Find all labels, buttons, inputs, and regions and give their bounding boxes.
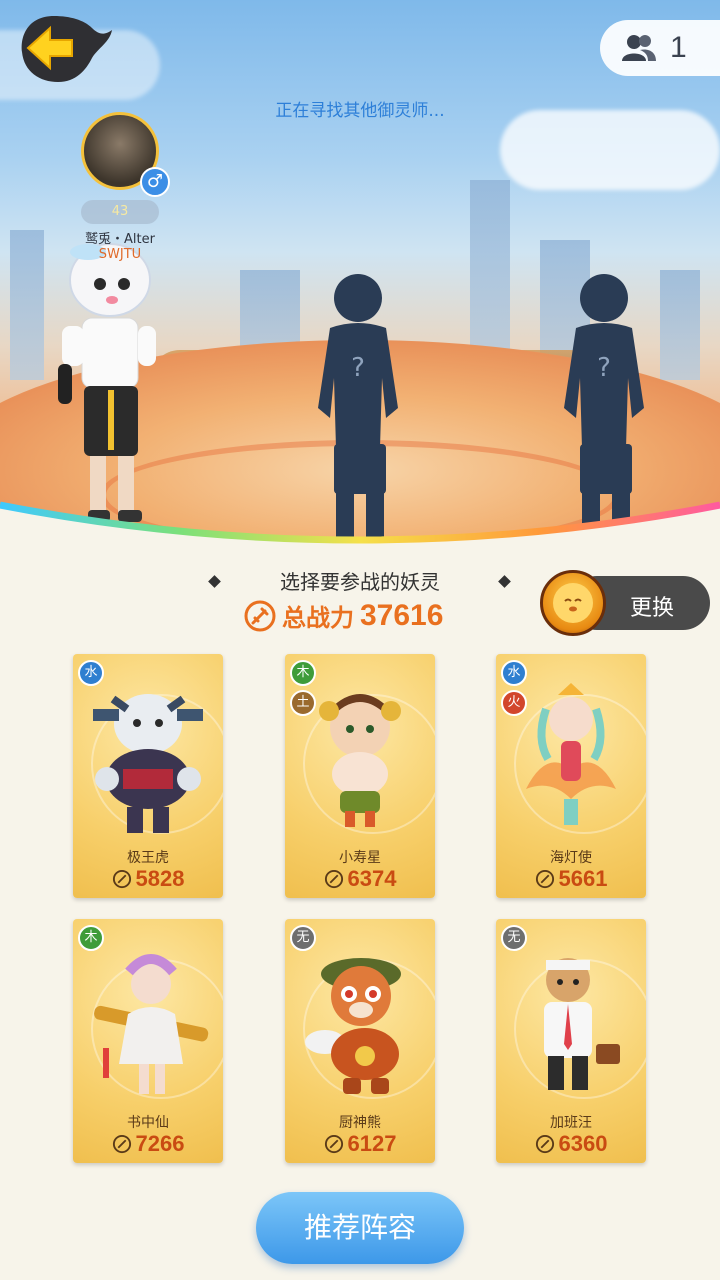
spirit-card[interactable]: 木 土 小寿星 6374 bbox=[285, 654, 435, 898]
player-school: SWJTU bbox=[98, 247, 142, 262]
cloud bbox=[500, 110, 720, 190]
chef-bear-figure bbox=[305, 958, 401, 1094]
back-arrow-icon bbox=[21, 16, 113, 82]
card-name: 厨神熊 bbox=[339, 1115, 381, 1131]
lantern-envoy-figure bbox=[526, 683, 616, 825]
change-label: 更换 bbox=[630, 596, 675, 621]
card-power-value: 6374 bbox=[347, 866, 397, 891]
power-icon bbox=[112, 869, 131, 889]
spirit-card[interactable]: 水 火 海灯使 5661 bbox=[496, 654, 646, 898]
card-power-value: 6127 bbox=[347, 1131, 397, 1156]
card-power-value: 5661 bbox=[558, 866, 608, 891]
card-name: 小寿星 bbox=[339, 850, 381, 866]
total-power: 总战力 37616 bbox=[244, 598, 443, 633]
party-members-badge[interactable]: 1 bbox=[600, 20, 720, 76]
spirit-card[interactable]: 无 厨神熊 6127 bbox=[285, 919, 435, 1163]
male-gender-icon: ♂ bbox=[140, 167, 170, 197]
card-name: 海灯使 bbox=[550, 850, 592, 866]
power-icon bbox=[535, 869, 554, 889]
back-button[interactable] bbox=[18, 12, 114, 86]
power-icon bbox=[324, 869, 343, 889]
avatar[interactable]: ♂ bbox=[81, 112, 170, 197]
total-power-label: 总战力 bbox=[282, 604, 354, 632]
card-name: 极王虎 bbox=[127, 850, 169, 866]
spirit-card[interactable]: 水 极王虎 5828 bbox=[73, 654, 223, 898]
power-icon bbox=[324, 1134, 343, 1154]
monk-face-icon bbox=[540, 570, 606, 636]
player-character bbox=[58, 243, 156, 522]
player-info[interactable]: ♂ 43 鹫兎・Alter SWJTU bbox=[70, 112, 170, 262]
unknown-player-silhouette: ? bbox=[564, 274, 644, 540]
power-icon bbox=[244, 600, 276, 631]
building bbox=[10, 230, 44, 380]
power-icon bbox=[535, 1134, 554, 1154]
card-power: 5828 bbox=[73, 866, 223, 892]
card-power-value: 6360 bbox=[558, 1131, 608, 1156]
unknown-player-silhouette: ? bbox=[318, 274, 398, 540]
unknown-mark: ? bbox=[351, 353, 365, 383]
card-power: 6374 bbox=[285, 866, 435, 892]
power-icon bbox=[112, 1134, 131, 1154]
overtime-dog-figure bbox=[544, 958, 620, 1090]
spirit-card[interactable]: 无 加班汪 6360 bbox=[496, 919, 646, 1163]
total-power-value: 37616 bbox=[360, 598, 444, 632]
card-name: 加班汪 bbox=[550, 1115, 592, 1131]
player-level: 43 bbox=[81, 200, 159, 224]
card-power-value: 7266 bbox=[135, 1131, 185, 1156]
longevity-star-figure bbox=[319, 694, 401, 827]
party-count: 1 bbox=[670, 31, 687, 64]
tiger-king-figure bbox=[93, 694, 203, 833]
card-name: 书中仙 bbox=[127, 1115, 169, 1131]
spirit-card[interactable]: 木 书中仙 7266 bbox=[73, 919, 223, 1163]
building bbox=[660, 270, 700, 380]
card-power: 6360 bbox=[496, 1131, 646, 1157]
card-power: 6127 bbox=[285, 1131, 435, 1157]
change-button[interactable]: 更换 bbox=[540, 570, 710, 636]
book-immortal-figure bbox=[94, 954, 209, 1094]
group-icon bbox=[622, 35, 656, 61]
unknown-mark: ? bbox=[597, 353, 611, 383]
card-power: 5661 bbox=[496, 866, 646, 892]
card-power-value: 5828 bbox=[135, 866, 185, 891]
recommend-lineup-button[interactable]: 推荐阵容 bbox=[256, 1192, 464, 1264]
player-name: 鹫兎・Alter bbox=[85, 232, 155, 247]
card-power: 7266 bbox=[73, 1131, 223, 1157]
